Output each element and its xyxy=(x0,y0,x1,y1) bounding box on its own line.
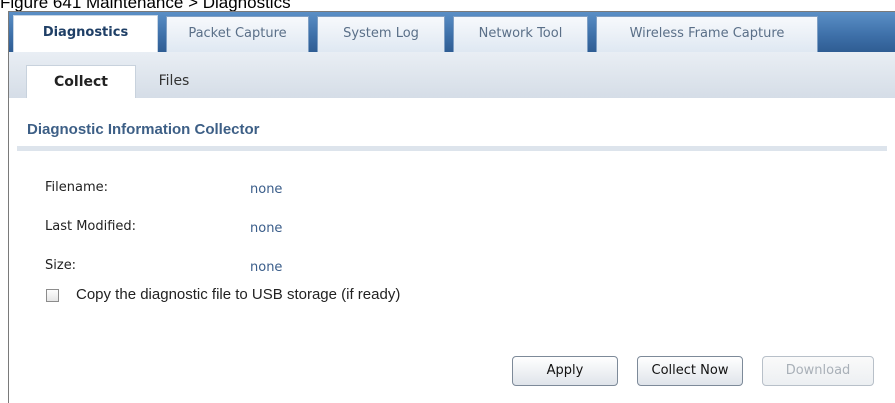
tab-network-tool[interactable]: Network Tool xyxy=(453,16,588,52)
subtab-collect[interactable]: Collect xyxy=(26,65,136,98)
size-label: Size: xyxy=(45,258,77,273)
tab-wireless-frame-capture[interactable]: Wireless Frame Capture xyxy=(596,16,818,52)
sub-tab-bar: Collect Files xyxy=(9,52,895,98)
last-modified-label: Last Modified: xyxy=(45,219,137,234)
apply-button[interactable]: Apply xyxy=(512,356,618,386)
main-tab-bar: Diagnostics Packet Capture System Log Ne… xyxy=(9,12,895,52)
collect-now-button[interactable]: Collect Now xyxy=(637,356,743,386)
section-divider xyxy=(17,146,887,151)
section-title: Diagnostic Information Collector xyxy=(27,121,260,138)
download-button: Download xyxy=(762,356,874,386)
tab-packet-capture[interactable]: Packet Capture xyxy=(166,16,309,52)
tab-system-log[interactable]: System Log xyxy=(317,16,445,52)
diagnostics-panel: Diagnostics Packet Capture System Log Ne… xyxy=(8,11,895,403)
filename-label: Filename: xyxy=(45,180,109,195)
tab-diagnostics[interactable]: Diagnostics xyxy=(13,15,158,52)
subtab-files[interactable]: Files xyxy=(144,65,204,98)
size-value: none xyxy=(250,260,283,275)
filename-value: none xyxy=(250,182,283,197)
usb-copy-label: Copy the diagnostic file to USB storage … xyxy=(76,286,401,303)
usb-copy-checkbox[interactable] xyxy=(46,289,59,302)
last-modified-value: none xyxy=(250,221,283,236)
